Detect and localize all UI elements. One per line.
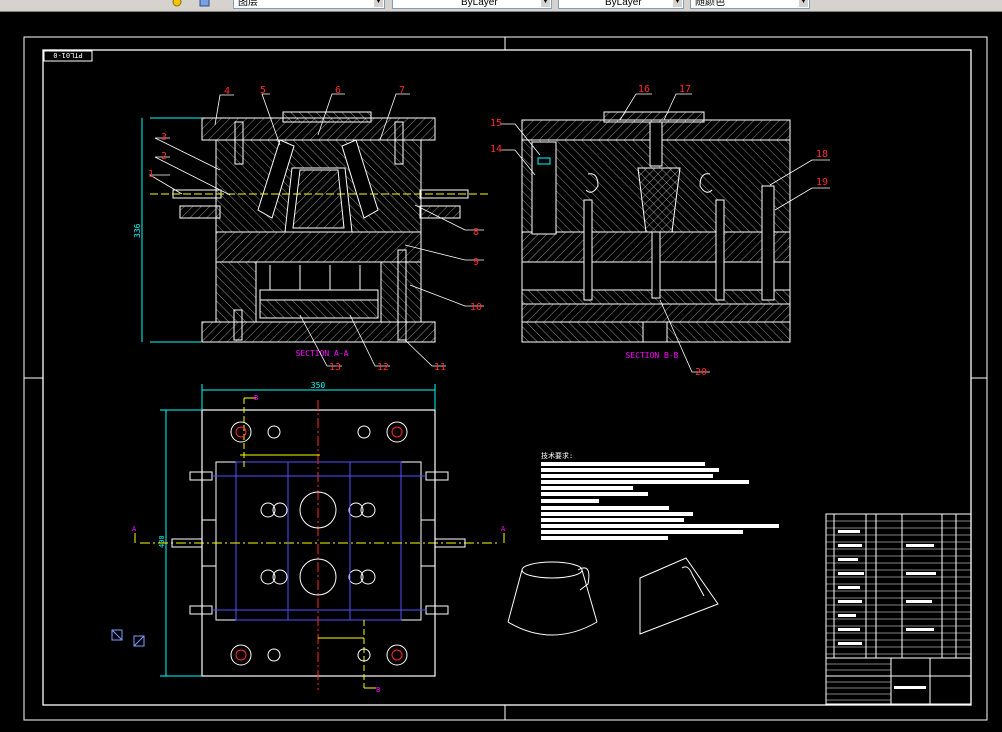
svg-text:8: 8 [473,227,479,238]
title-block [825,513,972,705]
svg-text:18: 18 [816,149,828,160]
drawing-canvas[interactable]: PTL01-0 336 SECTION A-A 1 2 3 4 5 6 7 8 … [0,12,1002,732]
chevron-down-icon[interactable]: ▼ [799,0,808,7]
chevron-down-icon[interactable]: ▼ [374,0,383,7]
chevron-down-icon[interactable]: ▼ [673,0,682,7]
svg-text:19: 19 [816,177,828,188]
lineweight-value: ByLayer [605,0,642,8]
layer-dropdown[interactable]: 图层 ▼ [233,0,385,9]
layer-previous-icon[interactable] [199,0,210,8]
linetype-value: ByLayer [461,0,498,8]
tech-req-title: 技术要求: [541,451,573,460]
technical-requirements: 技术要求: [541,451,779,540]
color-dropdown[interactable]: 随颜色 ▼ [690,0,810,9]
dim-side: 400 [158,535,166,548]
section-b-label: SECTION B-B [626,351,679,360]
dim-height: 336 [133,223,142,238]
svg-text:9: 9 [473,257,479,268]
drawing-code: PTL01-0 [53,51,83,59]
svg-text:10: 10 [470,302,482,313]
product-3d-views [507,557,719,636]
cut-b-top: B [254,394,258,402]
lineweight-dropdown[interactable]: ByLayer ▼ [558,0,684,9]
svg-text:20: 20 [695,367,707,378]
chevron-down-icon[interactable]: ▼ [541,0,550,7]
svg-text:17: 17 [679,84,691,95]
section-b-b-view: SECTION B-B [521,111,791,360]
layer-value: 图层 [238,0,258,8]
svg-text:12: 12 [377,362,389,373]
dim-width: 350 [311,381,326,390]
section-a-a-view: 336 SECTION A-A [133,111,488,358]
cut-b-bottom: B [376,686,380,694]
cut-a-right: A [501,525,506,533]
svg-text:16: 16 [638,84,650,95]
svg-text:6: 6 [335,85,341,96]
svg-text:14: 14 [490,144,502,155]
svg-text:4: 4 [224,86,230,97]
outer-frame [23,36,988,721]
cut-a-left: A [132,525,137,533]
svg-text:2: 2 [161,151,167,162]
svg-text:5: 5 [260,85,266,96]
plan-view: 350 400 B B A A [111,381,506,694]
color-value: 随颜色 [695,0,725,8]
svg-text:11: 11 [434,362,446,373]
svg-text:1: 1 [148,169,154,180]
svg-text:15: 15 [490,118,502,129]
inner-frame [42,49,972,706]
linetype-dropdown[interactable]: ByLayer ▼ [392,0,552,9]
properties-toolbar: 图层 ▼ ByLayer ▼ ByLayer ▼ 随颜色 ▼ [0,0,1002,12]
layer-state-icon[interactable] [172,0,183,8]
svg-text:7: 7 [399,85,405,96]
svg-text:3: 3 [161,132,167,143]
svg-text:13: 13 [329,362,341,373]
